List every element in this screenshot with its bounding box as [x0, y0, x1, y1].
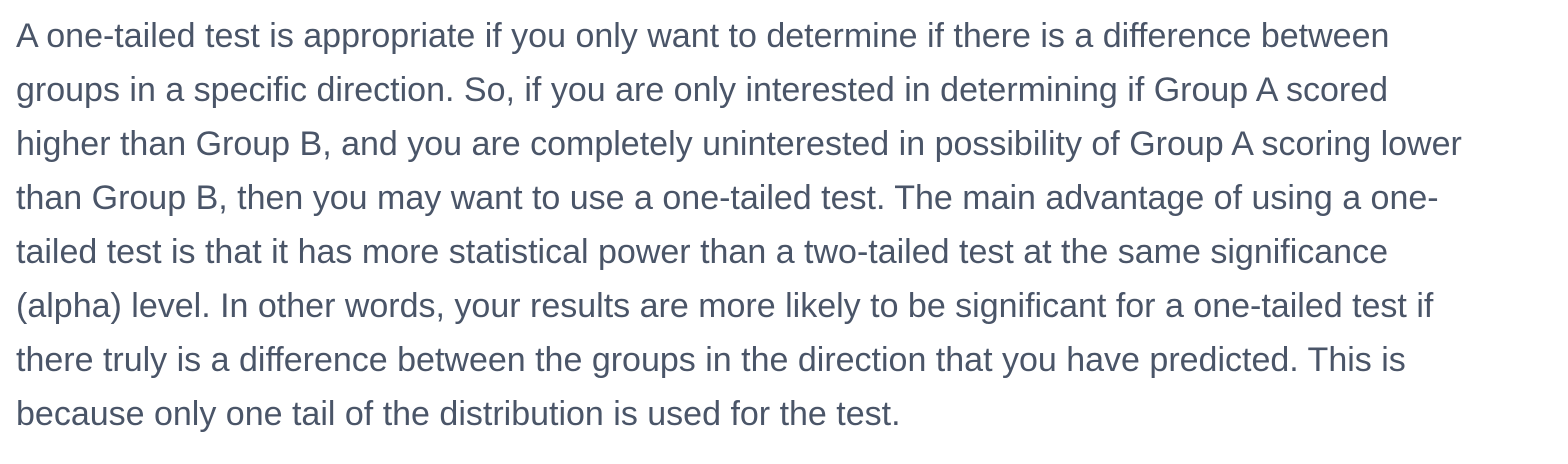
paragraph-line: higher than Group B, and you are complet… [16, 125, 1462, 163]
paragraph-line: tailed test is that it has more statisti… [16, 233, 1389, 271]
paragraph-line: groups in a specific direction. So, if y… [16, 71, 1389, 109]
paragraph-line: (alpha) level. In other words, your resu… [16, 287, 1434, 325]
paragraph-line: there truly is a difference between the … [16, 341, 1406, 379]
paragraph-line: than Group B, then you may want to use a… [16, 179, 1439, 217]
paragraph-line: A one-tailed test is appropriate if you … [16, 17, 1390, 55]
explanation-paragraph: A one-tailed test is appropriate if you … [16, 9, 1556, 441]
paragraph-line: because only one tail of the distributio… [16, 395, 901, 433]
text-content: A one-tailed test is appropriate if you … [16, 9, 1556, 441]
